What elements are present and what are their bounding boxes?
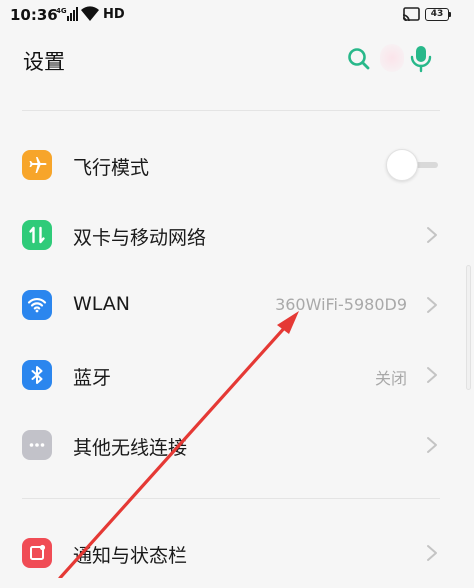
battery-indicator: 43 bbox=[425, 8, 449, 21]
row-label-dual-sim: 双卡与移动网络 bbox=[73, 227, 207, 249]
chevron-right-icon bbox=[427, 367, 437, 383]
wifi-status-icon bbox=[81, 6, 99, 21]
network-type-label: HD bbox=[103, 7, 125, 22]
section-divider bbox=[22, 110, 440, 111]
chevron-right-icon bbox=[427, 545, 437, 561]
svg-text:4G: 4G bbox=[56, 7, 67, 15]
status-time: 10:36 bbox=[10, 6, 58, 24]
chevron-right-icon bbox=[427, 437, 437, 453]
page-header: 设置 bbox=[0, 34, 474, 84]
notification-icon bbox=[22, 538, 52, 568]
settings-row-other-wireless[interactable]: 其他无线连接 bbox=[0, 410, 474, 480]
chevron-right-icon bbox=[427, 227, 437, 243]
wifi-icon bbox=[22, 290, 52, 320]
toggle-knob bbox=[386, 149, 418, 181]
signal-icon: 4G bbox=[56, 7, 78, 21]
row-label-airplane-mode: 飞行模式 bbox=[73, 157, 150, 179]
edge-panel-handle[interactable] bbox=[466, 265, 471, 390]
page-title: 设置 bbox=[23, 50, 65, 74]
settings-row-bluetooth[interactable]: 蓝牙 关闭 bbox=[0, 340, 474, 410]
airplane-icon bbox=[22, 150, 52, 180]
settings-row-airplane-mode[interactable]: 飞行模式 bbox=[0, 130, 474, 200]
microphone-icon[interactable] bbox=[408, 44, 434, 74]
more-dots-icon bbox=[22, 430, 52, 460]
settings-row-wlan[interactable]: WLAN 360WiFi-5980D9 bbox=[0, 270, 474, 340]
bluetooth-icon bbox=[22, 360, 52, 390]
chevron-right-icon bbox=[427, 297, 437, 313]
wlan-network-name: 360WiFi-5980D9 bbox=[275, 295, 407, 314]
row-label-wlan: WLAN bbox=[73, 293, 131, 315]
search-icon[interactable] bbox=[346, 46, 372, 72]
cast-icon bbox=[402, 7, 420, 22]
status-bar: 10:36 4G HD 43 bbox=[0, 0, 474, 34]
row-label-notifications: 通知与状态栏 bbox=[73, 545, 188, 567]
dual-sim-arrows-icon bbox=[22, 220, 52, 250]
bluetooth-status: 关闭 bbox=[374, 369, 407, 388]
section-divider bbox=[22, 498, 440, 499]
airplane-mode-toggle[interactable] bbox=[386, 149, 440, 181]
row-label-other-wireless: 其他无线连接 bbox=[73, 437, 188, 459]
row-label-bluetooth: 蓝牙 bbox=[73, 367, 112, 389]
avatar[interactable] bbox=[380, 44, 404, 72]
battery-tip bbox=[449, 12, 451, 17]
settings-row-dual-sim[interactable]: 双卡与移动网络 bbox=[0, 200, 474, 270]
